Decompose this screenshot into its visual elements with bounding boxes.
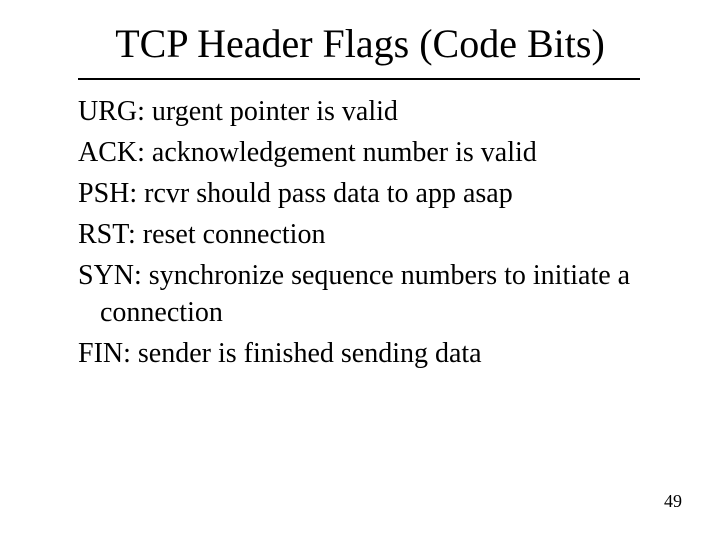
flag-desc-ack: acknowledgement number is valid: [145, 137, 537, 168]
page-number: 49: [664, 491, 682, 512]
flag-name-fin: FIN:: [78, 338, 131, 369]
flag-desc-rst: reset connection: [136, 219, 326, 250]
flag-name-psh: PSH:: [78, 178, 137, 209]
slide-title: TCP Header Flags (Code Bits): [0, 22, 720, 66]
flag-name-rst: RST:: [78, 219, 136, 250]
flag-name-syn: SYN:: [78, 260, 142, 291]
flag-item-rst: RST: reset connection: [78, 217, 648, 254]
flag-item-psh: PSH: rcvr should pass data to app asap: [78, 176, 648, 213]
flag-item-syn: SYN: synchronize sequence numbers to ini…: [78, 258, 648, 332]
flag-desc-urg: urgent pointer is valid: [145, 96, 398, 127]
flag-desc-fin: sender is finished sending data: [131, 338, 482, 369]
slide: TCP Header Flags (Code Bits) URG: urgent…: [0, 0, 720, 540]
flag-item-ack: ACK: acknowledgement number is valid: [78, 135, 648, 172]
flag-desc-psh: rcvr should pass data to app asap: [137, 178, 513, 209]
title-underline: [78, 78, 640, 80]
flag-item-urg: URG: urgent pointer is valid: [78, 94, 648, 131]
slide-body: URG: urgent pointer is valid ACK: acknow…: [78, 94, 648, 377]
flag-name-urg: URG:: [78, 96, 145, 127]
flag-desc-syn: synchronize sequence numbers to initiate…: [100, 260, 630, 328]
flag-item-fin: FIN: sender is finished sending data: [78, 336, 648, 373]
flag-name-ack: ACK:: [78, 137, 145, 168]
